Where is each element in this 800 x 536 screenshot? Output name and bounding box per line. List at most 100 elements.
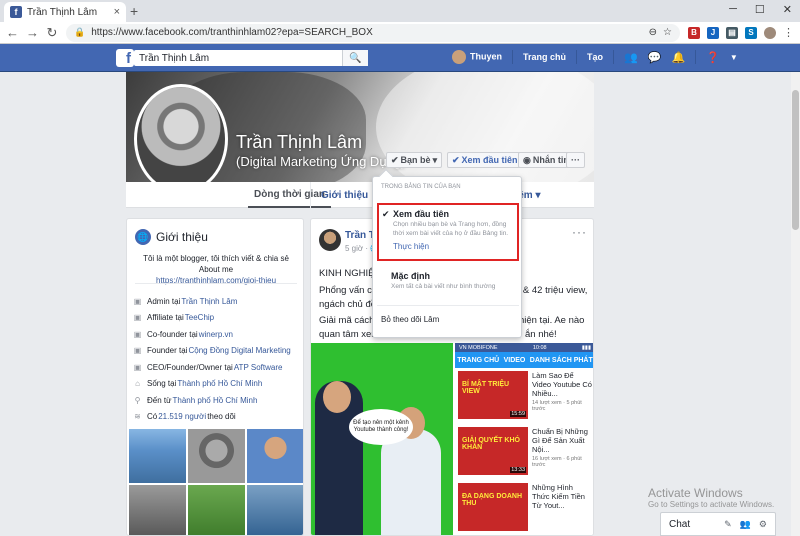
forward-icon[interactable]: →	[26, 25, 39, 40]
back-icon[interactable]: ←	[6, 25, 19, 40]
lock-icon: 🔒	[74, 27, 86, 37]
maximize-icon[interactable]: ☐	[755, 3, 765, 16]
windows-activation-watermark: Activate Windows Go to Settings to activ…	[648, 486, 775, 509]
profile-alternate-name: (Digital Marketing Ứng Dụng)	[236, 154, 406, 169]
fb-search-input[interactable]: Trần Thịnh Lâm 🔍	[134, 50, 368, 66]
briefcase-icon: ▣	[133, 346, 142, 356]
reload-icon[interactable]: ↻	[46, 25, 58, 41]
video-item: GIẢI QUYẾT KHÓ KHĂN 13:33 Chuẩn Bị Những …	[455, 424, 593, 480]
page-scrollbar[interactable]	[791, 72, 800, 536]
gear-icon[interactable]: ⚙	[759, 519, 767, 530]
search-icon[interactable]: 🔍	[342, 50, 368, 66]
dropdown-header: TRONG BẢNG TIN CỦA BẠN	[381, 184, 461, 190]
friends-button[interactable]: ✔ Bạn bè ▾	[386, 152, 443, 168]
followers-link[interactable]: 21.519 người	[158, 412, 206, 421]
list-item: ⌂ Sống tại Thành phố Hồ Chí Minh	[133, 376, 301, 393]
video-thumbnail: GIẢI QUYẾT KHÓ KHĂN 13:33	[458, 427, 528, 475]
youtube-nav: TRANG CHỦ VIDEO DANH SÁCH PHÁT	[455, 352, 593, 368]
phone-status-bar: VN MOBIFONE 10:08 ▮▮▮	[455, 343, 593, 352]
browser-tab-bar: f Trần Thịnh Lâm × + ─ ☐ ✕	[0, 0, 800, 22]
new-tab-button[interactable]: +	[130, 3, 138, 19]
profile-name: Trần Thịnh Lâm	[236, 132, 363, 152]
check-icon: ✔	[452, 154, 460, 165]
photo-thumbnail[interactable]	[247, 485, 303, 535]
work-link[interactable]: winerp.vn	[199, 330, 233, 339]
list-item: ▣ CEO/Founder/Owner tại ATP Software	[133, 362, 283, 372]
post-image-phone-screenshot[interactable]: VN MOBIFONE 10:08 ▮▮▮ TRANG CHỦ VIDEO DA…	[455, 343, 593, 535]
zoom-icon[interactable]: ⊖	[649, 27, 657, 38]
video-item: ĐA DẠNG DOANH THU Những Hình Thức Kiếm T…	[455, 480, 593, 535]
video-thumbnail: BÍ MẬT TRIỆU VIEW 15:59	[458, 371, 528, 419]
nav-profile-link[interactable]: Thuyen	[452, 50, 502, 64]
nav-create-link[interactable]: Tạo	[587, 52, 603, 62]
bookmark-star-icon[interactable]: ☆	[663, 27, 672, 38]
place-link[interactable]: Thành phố Hồ Chí Minh	[172, 396, 257, 405]
extension-icon[interactable]: J	[707, 26, 719, 39]
help-icon[interactable]: ❓	[706, 51, 720, 64]
close-window-icon[interactable]: ✕	[783, 3, 792, 16]
nav-divider	[512, 50, 514, 64]
extension-icon[interactable]: S	[745, 26, 757, 39]
intro-bio: Tôi là một blogger, tôi thích viết & chi…	[143, 254, 289, 285]
profile-avatar-icon[interactable]	[764, 26, 776, 39]
friend-requests-icon[interactable]: 👥	[624, 51, 638, 64]
nav-home-link[interactable]: Trang chủ	[523, 52, 566, 62]
tab-about[interactable]: Giới thiệu	[310, 182, 368, 208]
default-option[interactable]: Mặc định Xem tất cả bài viết như bình th…	[391, 271, 517, 292]
briefcase-icon: ▣	[133, 296, 142, 306]
profile-picture[interactable]	[134, 84, 228, 194]
nav-divider	[695, 50, 697, 64]
followers-icon: ≋	[134, 412, 141, 422]
briefcase-icon: ▣	[133, 329, 142, 339]
intro-details: ▣ Admin tại Trần Thịnh Lâm ▣ Affiliate tại…	[133, 293, 301, 425]
see-first-option[interactable]: ✔ Xem đầu tiên Chọn nhiều bạn bè và Tran…	[377, 203, 519, 261]
messenger-icon[interactable]: 💬	[648, 51, 662, 64]
work-link[interactable]: TeeChip	[185, 313, 214, 322]
list-item: ≋ Có 21.519 người theo dõi	[134, 412, 236, 422]
extension-icon[interactable]: B	[688, 26, 700, 39]
list-item: ⚲ Đến từ Thành phố Hồ Chí Minh	[134, 395, 258, 405]
chevron-down-icon: ▾	[535, 189, 541, 201]
photo-thumbnail[interactable]	[188, 429, 245, 483]
see-first-button[interactable]: ✔ Xem đầu tiên ▾	[447, 152, 530, 168]
home-icon: ⌂	[135, 379, 140, 389]
work-link[interactable]: Trần Thịnh Lâm	[181, 297, 237, 306]
list-item: ▣ Affiliate tại TeeChip	[133, 313, 215, 323]
post-author-avatar[interactable]	[319, 229, 341, 251]
chat-bar[interactable]: Chat ✎ 👥 ⚙	[660, 512, 776, 536]
post-options-icon[interactable]: ···	[572, 225, 587, 239]
compose-icon[interactable]: ✎	[724, 519, 732, 530]
post-image-greenscreen[interactable]: Để tạo nên một kênh Youtube thành công!	[311, 343, 453, 535]
browser-tab[interactable]: f Trần Thịnh Lâm ×	[4, 2, 126, 22]
account-menu-icon[interactable]: ▼	[730, 53, 738, 62]
list-item: ▣ Admin tại Trần Thịnh Lâm	[133, 296, 238, 306]
extension-icon[interactable]: ▤	[726, 26, 738, 39]
add-friend-icon[interactable]: 👥	[740, 519, 751, 530]
photo-thumbnail[interactable]	[129, 429, 186, 483]
chat-label: Chat	[669, 518, 691, 530]
divider	[377, 305, 519, 306]
browser-menu-icon[interactable]: ⋮	[783, 26, 794, 39]
messenger-icon: ◉	[523, 154, 531, 165]
profile-more-button[interactable]: ···	[566, 152, 585, 168]
intro-header: 🌐 Giới thiệu	[135, 229, 208, 245]
minimize-icon[interactable]: ─	[729, 3, 737, 16]
facebook-logo-icon[interactable]: f	[116, 49, 134, 67]
do-it-link[interactable]: Thực hiện	[393, 242, 512, 251]
unfollow-option[interactable]: Bỏ theo dõi Lâm	[381, 315, 439, 324]
url-text: https://www.facebook.com/tranthinhlam02?…	[91, 27, 373, 38]
work-link[interactable]: ATP Software	[234, 363, 283, 372]
place-link[interactable]: Thành phố Hồ Chí Minh	[177, 379, 262, 388]
photo-thumbnail[interactable]	[188, 485, 245, 535]
intro-title: Giới thiệu	[156, 230, 208, 244]
photo-thumbnail[interactable]	[129, 485, 186, 535]
see-first-dropdown: TRONG BẢNG TIN CỦA BẠN ✔ Xem đầu tiên Ch…	[372, 168, 522, 338]
work-link[interactable]: Cộng Đồng Digital Marketing	[188, 346, 290, 355]
url-input[interactable]: 🔒 https://www.facebook.com/tranthinhlam0…	[66, 23, 680, 42]
notifications-icon[interactable]: 🔔	[671, 51, 685, 64]
photo-thumbnail[interactable]	[247, 429, 303, 483]
nav-divider	[613, 50, 615, 64]
tab-close-icon[interactable]: ×	[114, 6, 120, 18]
nav-divider	[576, 50, 578, 64]
intro-card: 🌐 Giới thiệu Tôi là một blogger, tôi thí…	[126, 218, 304, 536]
